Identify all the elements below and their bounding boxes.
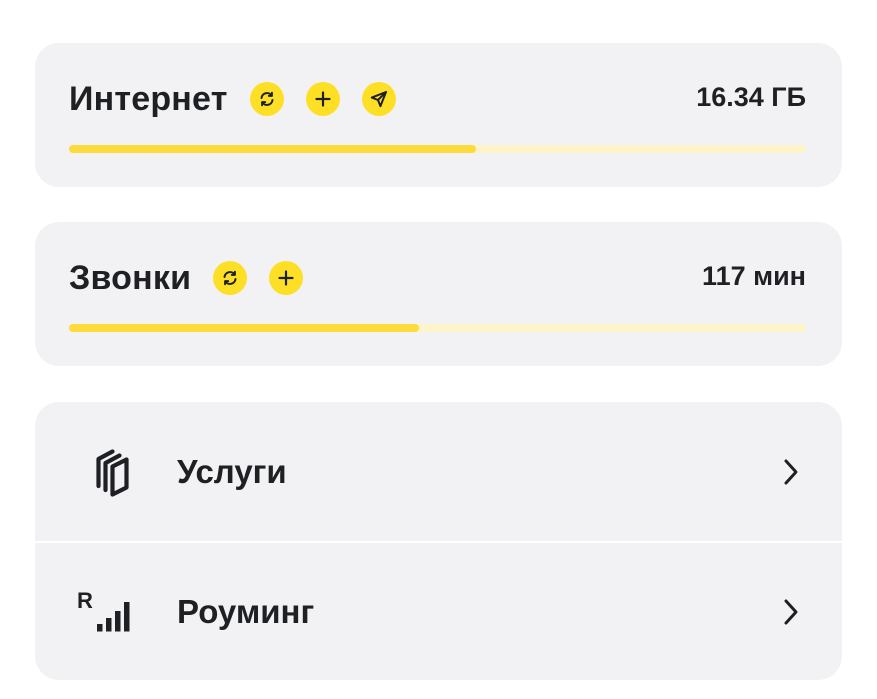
menu-item-roaming-label: Роуминг	[177, 592, 315, 630]
layers-icon	[75, 442, 135, 502]
menu-item-services-label: Услуги	[177, 452, 287, 490]
send-icon	[370, 91, 387, 108]
refresh-icon	[260, 91, 274, 107]
svg-text:R: R	[77, 588, 93, 613]
calls-refresh-button[interactable]	[213, 261, 248, 295]
calls-amount: 117 мин	[702, 261, 806, 291]
calls-progress-fill	[69, 324, 420, 332]
menu-card: Услуги R Роуминг	[35, 402, 842, 680]
menu-item-services[interactable]: Услуги	[35, 402, 842, 541]
chevron-right-icon	[784, 459, 798, 484]
internet-add-button[interactable]	[305, 82, 340, 116]
menu-item-roaming[interactable]: R Роуминг	[35, 541, 842, 680]
internet-refresh-button[interactable]	[249, 82, 284, 116]
internet-title: Интернет	[69, 80, 228, 118]
calls-progress-track	[69, 324, 806, 332]
calls-card[interactable]: Звонки 117 мин	[35, 222, 842, 366]
internet-progress-track	[69, 145, 806, 153]
internet-amount: 16.34 ГБ	[696, 82, 806, 112]
internet-share-button[interactable]	[361, 82, 396, 116]
internet-title-row: Интернет	[69, 79, 418, 119]
plus-icon	[314, 91, 331, 107]
internet-progress-fill	[69, 145, 476, 153]
plus-icon	[278, 270, 294, 286]
internet-card[interactable]: Интернет 16.34 ГБ	[35, 43, 842, 187]
calls-title-row: Звонки	[69, 258, 325, 298]
chevron-right-icon	[784, 599, 798, 624]
roaming-signal-icon: R	[75, 582, 135, 642]
calls-add-button[interactable]	[269, 261, 304, 295]
refresh-icon	[223, 270, 237, 286]
calls-title: Звонки	[69, 259, 192, 297]
